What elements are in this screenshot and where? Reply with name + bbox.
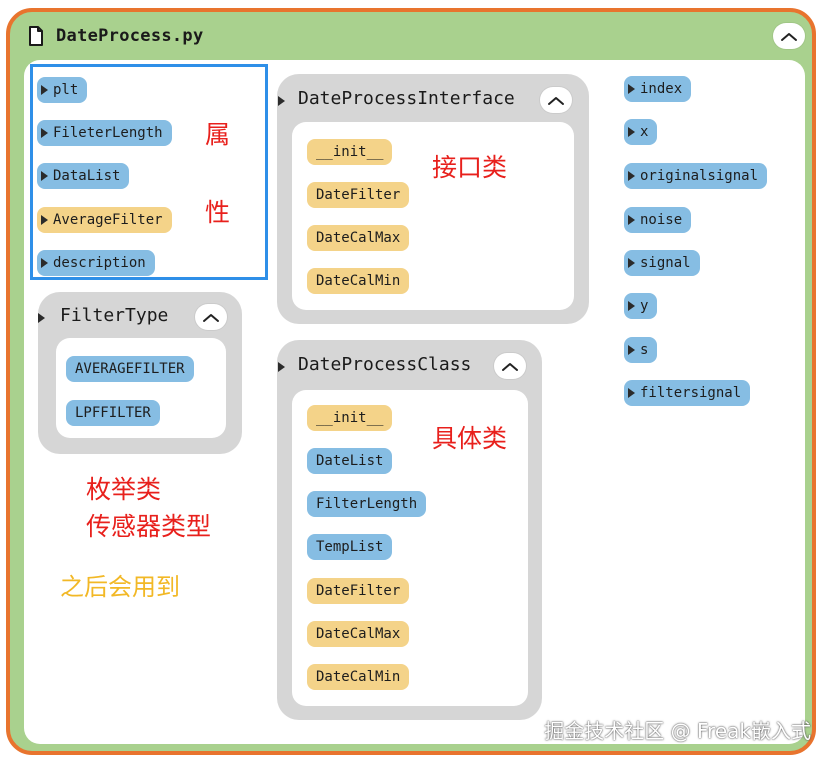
annotation-enum-1: 枚举类 <box>86 475 162 504</box>
interface-method-datecalmin[interactable]: DateCalMin <box>307 268 410 294</box>
triangle-right-icon <box>628 345 635 355</box>
chevron-up-icon <box>501 357 519 376</box>
chevron-up-icon <box>202 308 220 327</box>
chevron-up-icon <box>547 91 565 110</box>
annotation-enum-2: 传感器类型 <box>86 512 212 541</box>
class-attr-datelist[interactable]: DateList <box>307 448 393 474</box>
class-method-datecalmin[interactable]: DateCalMin <box>307 664 410 690</box>
interface-method-datefilter[interactable]: DateFilter <box>307 182 410 208</box>
interface-collapse-button[interactable] <box>540 87 572 113</box>
triangle-right-icon <box>278 362 285 372</box>
enum-lpffilter[interactable]: LPFFILTER <box>66 400 160 426</box>
triangle-right-icon <box>628 258 635 268</box>
class-method-datefilter[interactable]: DateFilter <box>307 578 410 604</box>
file-collapse-button[interactable] <box>773 23 805 49</box>
global-signal[interactable]: signal <box>624 250 700 276</box>
class-method-datecalmax[interactable]: DateCalMax <box>307 621 410 647</box>
global-originalsignal[interactable]: originalsignal <box>624 163 768 189</box>
annotation-attr-1: 属 <box>205 120 231 149</box>
triangle-right-icon <box>628 301 635 311</box>
triangle-right-icon <box>628 127 635 137</box>
triangle-right-icon <box>278 96 285 106</box>
annotation-interface: 接口类 <box>432 153 508 182</box>
annotation-later: 之后会用到 <box>60 573 180 601</box>
class-group <box>277 340 542 720</box>
triangle-right-icon <box>628 171 635 181</box>
annotation-concrete: 具体类 <box>432 424 508 453</box>
enum-averagefilter[interactable]: AVERAGEFILTER <box>66 356 194 382</box>
interface-title: DateProcessInterface <box>298 88 515 109</box>
triangle-right-icon <box>38 313 45 323</box>
filtertype-title: FilterType <box>60 305 169 326</box>
triangle-right-icon <box>628 215 635 225</box>
class-collapse-button[interactable] <box>494 353 526 379</box>
file-icon <box>28 26 44 50</box>
global-filtersignal[interactable]: filtersignal <box>624 380 751 406</box>
filtertype-collapse-button[interactable] <box>195 304 227 330</box>
class-attr-filterlength[interactable]: FilterLength <box>307 491 427 517</box>
attributes-selection-box <box>30 64 268 280</box>
interface-method-datecalmax[interactable]: DateCalMax <box>307 225 410 251</box>
class-method-init[interactable]: __init__ <box>307 405 393 431</box>
global-y[interactable]: y <box>624 293 658 319</box>
triangle-right-icon <box>628 388 635 398</box>
global-index[interactable]: index <box>624 76 692 102</box>
triangle-right-icon <box>628 84 635 94</box>
global-s[interactable]: s <box>624 337 658 363</box>
interface-method-init[interactable]: __init__ <box>307 139 393 165</box>
watermark: 掘金技术社区 @ Freak嵌入式 <box>544 719 811 743</box>
class-title: DateProcessClass <box>298 354 472 375</box>
global-x[interactable]: x <box>624 119 658 145</box>
annotation-attr-2: 性 <box>205 198 231 227</box>
file-title: DateProcess.py <box>56 26 204 46</box>
chevron-up-icon <box>780 27 798 46</box>
global-noise[interactable]: noise <box>624 207 692 233</box>
class-attr-templist[interactable]: TempList <box>307 534 393 560</box>
